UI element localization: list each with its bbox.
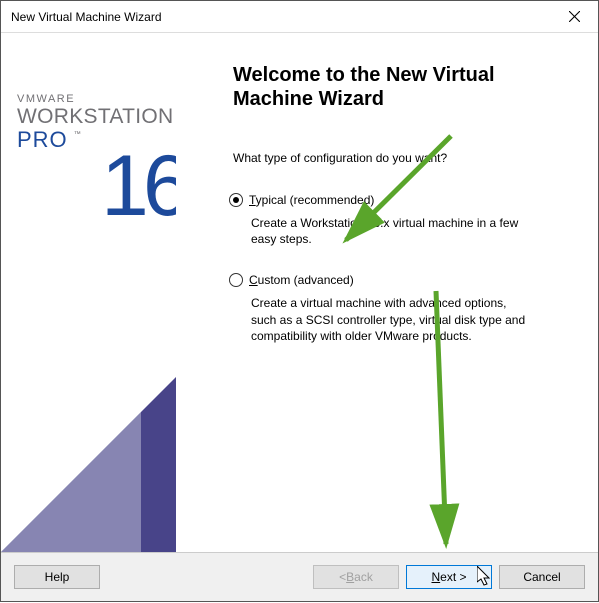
logo-line-vmware: VMWARE	[17, 93, 174, 105]
next-button[interactable]: Next >	[406, 565, 492, 589]
option-typical: Typical (recommended) Create a Workstati…	[251, 193, 578, 247]
content-area: VMWARE WORKSTATION PRO ™ 16 Welcome to t…	[1, 33, 598, 552]
wizard-window: New Virtual Machine Wizard VMWARE WORKST…	[0, 0, 599, 602]
radio-icon	[229, 193, 243, 207]
radio-custom-label: Custom (advanced)	[249, 273, 354, 287]
branding-pane: VMWARE WORKSTATION PRO ™ 16	[1, 33, 176, 552]
logo-pro-text: PRO	[17, 129, 68, 151]
back-button: < Back	[313, 565, 399, 589]
option-typical-desc: Create a Workstation 16.x virtual machin…	[251, 215, 531, 247]
radio-typical-label: Typical (recommended)	[249, 193, 374, 207]
help-button[interactable]: Help	[14, 565, 100, 589]
radio-typical[interactable]: Typical (recommended)	[229, 193, 578, 207]
titlebar: New Virtual Machine Wizard	[1, 1, 598, 33]
option-custom-desc: Create a virtual machine with advanced o…	[251, 295, 531, 344]
close-button[interactable]	[558, 3, 590, 31]
close-icon	[569, 11, 580, 22]
window-title: New Virtual Machine Wizard	[11, 10, 558, 24]
logo-line-workstation: WORKSTATION	[17, 105, 174, 129]
wizard-body: Welcome to the New Virtual Machine Wizar…	[176, 33, 598, 552]
radio-custom[interactable]: Custom (advanced)	[229, 273, 578, 287]
wizard-question: What type of configuration do you want?	[233, 151, 578, 165]
option-custom: Custom (advanced) Create a virtual machi…	[251, 273, 578, 344]
button-bar: Help < Back Next > Cancel	[1, 553, 598, 601]
cancel-button[interactable]: Cancel	[499, 565, 585, 589]
wizard-heading: Welcome to the New Virtual Machine Wizar…	[233, 63, 578, 111]
decorative-triangle	[1, 377, 176, 552]
trademark-icon: ™	[74, 131, 81, 138]
radio-icon	[229, 273, 243, 287]
logo-version: 16	[101, 137, 176, 236]
